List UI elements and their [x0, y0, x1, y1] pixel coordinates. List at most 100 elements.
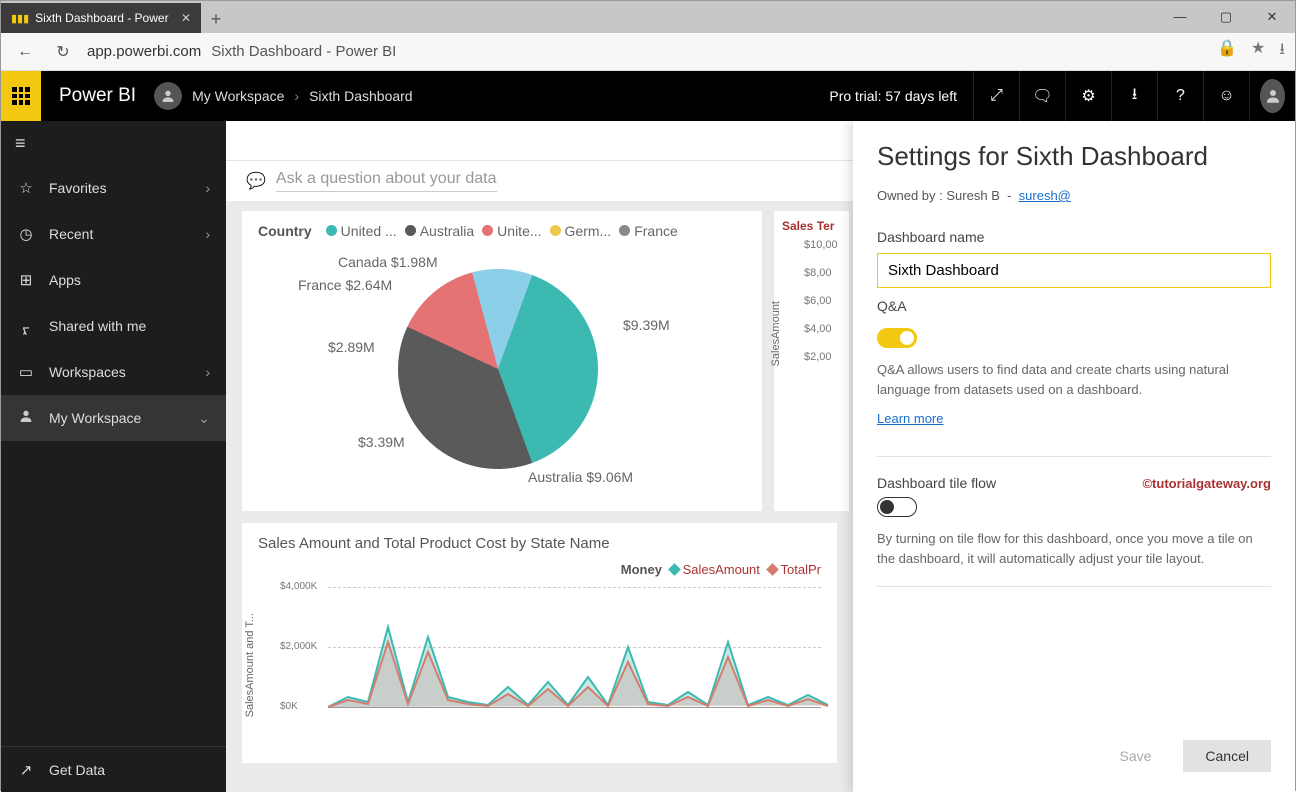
sidebar-item-label: Shared with me	[49, 318, 146, 334]
get-data-button[interactable]: ↗ Get Data	[1, 746, 226, 792]
settings-panel: Settings for Sixth Dashboard Owned by : …	[853, 121, 1295, 792]
sidebar-item-recent[interactable]: ◷ Recent ›	[1, 211, 226, 257]
owner-email-link[interactable]: suresh@	[1019, 188, 1071, 203]
bar-chart-tile[interactable]: Sales Ter SalesAmount $10,00 $8,00 $6,00…	[774, 211, 849, 511]
clock-icon: ◷	[17, 225, 35, 243]
owner-info: Owned by : Suresh B - suresh@	[877, 188, 1271, 203]
app-header: Power BI My Workspace › Sixth Dashboard …	[1, 71, 1295, 121]
sidebar-item-workspaces[interactable]: ▭ Workspaces ›	[1, 349, 226, 395]
sidebar-item-label: Workspaces	[49, 364, 126, 380]
sidebar-item-my-workspace[interactable]: My Workspace ⌄	[1, 395, 226, 441]
sidebar-item-label: Apps	[49, 272, 81, 288]
lock-icon[interactable]: 🔒	[1217, 38, 1237, 65]
window-close-icon[interactable]: ✕	[1249, 1, 1295, 33]
qna-placeholder: Ask a question about your data	[276, 170, 497, 192]
chart-icon: ▮▮▮	[11, 12, 29, 25]
field-label: Dashboard tile flow	[877, 475, 996, 491]
sidebar-item-label: My Workspace	[49, 410, 141, 426]
line-series	[328, 587, 848, 717]
url-host: app.powerbi.com	[87, 43, 201, 60]
header-actions: ⤢ 🗨 ⚙ ⭳ ? ☺	[973, 71, 1295, 121]
tab-title: Sixth Dashboard - Power	[35, 11, 168, 25]
save-button[interactable]: Save	[1097, 740, 1173, 772]
close-icon[interactable]: ✕	[181, 11, 191, 25]
dashboard-content: +Add tile 📈Usage metrics ⇔View related ⚙…	[226, 121, 1295, 792]
field-label: Q&A	[877, 298, 1271, 314]
field-label: Dashboard name	[877, 229, 1271, 245]
breadcrumb-workspace[interactable]: My Workspace	[192, 88, 284, 104]
sidebar-item-label: Get Data	[49, 762, 105, 778]
tileflow-toggle[interactable]	[877, 497, 917, 517]
minimize-icon[interactable]: —	[1157, 1, 1203, 33]
pie-legend: Country United ... Australia Unite... Ge…	[258, 223, 746, 239]
url-page-title: Sixth Dashboard - Power BI	[211, 43, 396, 60]
url-field[interactable]: app.powerbi.com Sixth Dashboard - Power …	[87, 43, 1207, 60]
axis-label: SalesAmount and T...	[244, 613, 256, 717]
window-controls: — ▢ ✕	[1157, 1, 1295, 33]
cancel-button[interactable]: Cancel	[1183, 740, 1271, 772]
trial-label: Pro trial: 57 days left	[813, 88, 973, 104]
qna-toggle[interactable]	[877, 328, 917, 348]
dashboard-name-input[interactable]	[877, 253, 1271, 288]
pie-label: France $2.64M	[298, 277, 392, 293]
chevron-right-icon: ›	[205, 180, 210, 196]
sidebar-item-apps[interactable]: ⊞ Apps	[1, 257, 226, 303]
waffle-icon	[12, 87, 30, 105]
apps-icon: ⊞	[17, 271, 35, 289]
arrow-icon: ↗	[17, 761, 35, 779]
pie-chart	[370, 241, 626, 497]
help-icon[interactable]: ?	[1157, 71, 1203, 121]
feedback-icon[interactable]: ☺	[1203, 71, 1249, 121]
settings-icon[interactable]: ⚙	[1065, 71, 1111, 121]
back-icon[interactable]: ←	[11, 43, 39, 61]
chevron-right-icon: ›	[294, 88, 299, 104]
tileflow-description: By turning on tile flow for this dashboa…	[877, 529, 1271, 568]
workspaces-icon: ▭	[17, 363, 35, 381]
sidebar-item-favorites[interactable]: ☆ Favorites ›	[1, 165, 226, 211]
user-avatar[interactable]	[1249, 71, 1295, 121]
hamburger-icon[interactable]: ≡	[1, 121, 226, 165]
pie-label: $3.39M	[358, 434, 405, 450]
star-icon[interactable]: ★	[1251, 38, 1265, 65]
app-launcher-button[interactable]	[1, 71, 41, 121]
line-legend: Money SalesAmount TotalPr	[258, 562, 821, 577]
sidebar-item-label: Favorites	[49, 180, 107, 196]
browser-tab[interactable]: ▮▮▮ Sixth Dashboard - Power ✕	[1, 3, 201, 33]
breadcrumb-dashboard: Sixth Dashboard	[309, 88, 413, 104]
sidebar-item-shared[interactable]: ᠷ Shared with me	[1, 303, 226, 349]
breadcrumb: My Workspace › Sixth Dashboard	[192, 88, 413, 104]
notifications-icon[interactable]: 🗨	[1019, 71, 1065, 121]
line-chart: $4,000K $2,000K $0K	[288, 587, 821, 737]
download-icon[interactable]: ⭳	[1279, 38, 1285, 65]
chevron-right-icon: ›	[205, 364, 210, 380]
sidebar: ≡ ☆ Favorites › ◷ Recent › ⊞ Apps ᠷ Shared wit…	[1, 121, 226, 792]
panel-title: Settings for Sixth Dashboard	[877, 141, 1271, 172]
pie-chart-tile[interactable]: Country United ... Australia Unite... Ge…	[242, 211, 762, 511]
tile-title: Sales Amount and Total Product Cost by S…	[258, 535, 821, 552]
chevron-down-icon: ⌄	[198, 410, 210, 427]
address-bar: ← ↻ app.powerbi.com Sixth Dashboard - Po…	[1, 33, 1295, 71]
new-tab-button[interactable]: +	[201, 5, 231, 33]
share-icon: ᠷ	[17, 313, 35, 339]
pie-label: Canada $1.98M	[338, 254, 438, 270]
watermark: ©tutorialgateway.org	[1142, 476, 1271, 491]
fullscreen-icon[interactable]: ⤢	[973, 71, 1019, 121]
workspace-avatar-icon[interactable]	[154, 82, 182, 110]
download-icon[interactable]: ⭳	[1111, 71, 1157, 121]
refresh-icon[interactable]: ↻	[49, 42, 77, 62]
learn-more-link[interactable]: Learn more	[877, 411, 1271, 426]
pie-label: Australia $9.06M	[528, 469, 633, 485]
chat-icon: 💬	[246, 171, 266, 191]
legend-title: Country	[258, 223, 312, 239]
browser-tab-strip: ▮▮▮ Sixth Dashboard - Power ✕ + — ▢ ✕	[1, 1, 1295, 33]
chevron-right-icon: ›	[205, 226, 210, 242]
line-chart-tile[interactable]: Sales Amount and Total Product Cost by S…	[242, 523, 837, 763]
y-ticks: $10,00 $8,00 $6,00 $4,00 $2,00	[804, 239, 841, 363]
sidebar-item-label: Recent	[49, 226, 93, 242]
axis-label: SalesAmount	[770, 301, 782, 366]
brand-label: Power BI	[41, 85, 154, 107]
person-icon	[17, 408, 35, 428]
tile-title: Sales Ter	[782, 219, 841, 233]
maximize-icon[interactable]: ▢	[1203, 1, 1249, 33]
star-icon: ☆	[17, 179, 35, 197]
